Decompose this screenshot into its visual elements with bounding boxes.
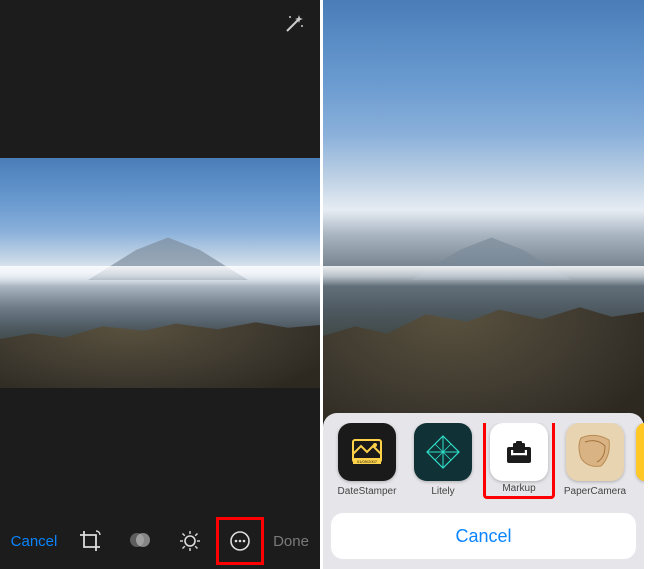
app-label: PaperCamera [564,486,626,497]
app-label: Litely [431,486,454,497]
done-button[interactable]: Done [266,517,316,565]
light-dial-icon [178,529,202,553]
app-label: Markup [502,483,535,494]
app-partial-next[interactable] [635,423,644,499]
papercamera-icon [566,423,624,481]
extensions-action-sheet: 01/09/2007 DateStamper Litely [323,413,644,569]
photo-preview [0,158,320,388]
extensions-apps-row: 01/09/2007 DateStamper Litely [323,423,644,507]
filters-button[interactable] [116,517,164,565]
app-label: DateStamper [338,486,397,497]
svg-text:01/09/2007: 01/09/2007 [357,459,378,464]
more-icon [228,529,252,553]
auto-enhance-wand-icon[interactable] [280,10,308,38]
edit-toolbar: Cancel [0,513,320,569]
more-button[interactable] [216,517,264,565]
wand-icon [282,12,306,36]
crop-rotate-button[interactable] [66,517,114,565]
app-papercamera[interactable]: PaperCamera [559,423,631,499]
photo-edit-screen: Cancel [0,0,322,569]
cancel-button[interactable]: Cancel [4,517,64,565]
photo-preview [323,0,644,420]
sheet-cancel-button[interactable]: Cancel [331,513,636,559]
photo-edit-extensions-screen: 01/09/2007 DateStamper Litely [322,0,644,569]
partial-app-icon [636,423,644,481]
litely-icon [414,423,472,481]
app-datestamper[interactable]: 01/09/2007 DateStamper [331,423,403,499]
markup-icon [490,423,548,481]
app-markup[interactable]: Markup [483,423,555,499]
crop-icon [78,529,102,553]
adjust-light-button[interactable] [166,517,214,565]
datestamper-icon: 01/09/2007 [338,423,396,481]
app-litely[interactable]: Litely [407,423,479,499]
filters-icon [127,528,153,554]
